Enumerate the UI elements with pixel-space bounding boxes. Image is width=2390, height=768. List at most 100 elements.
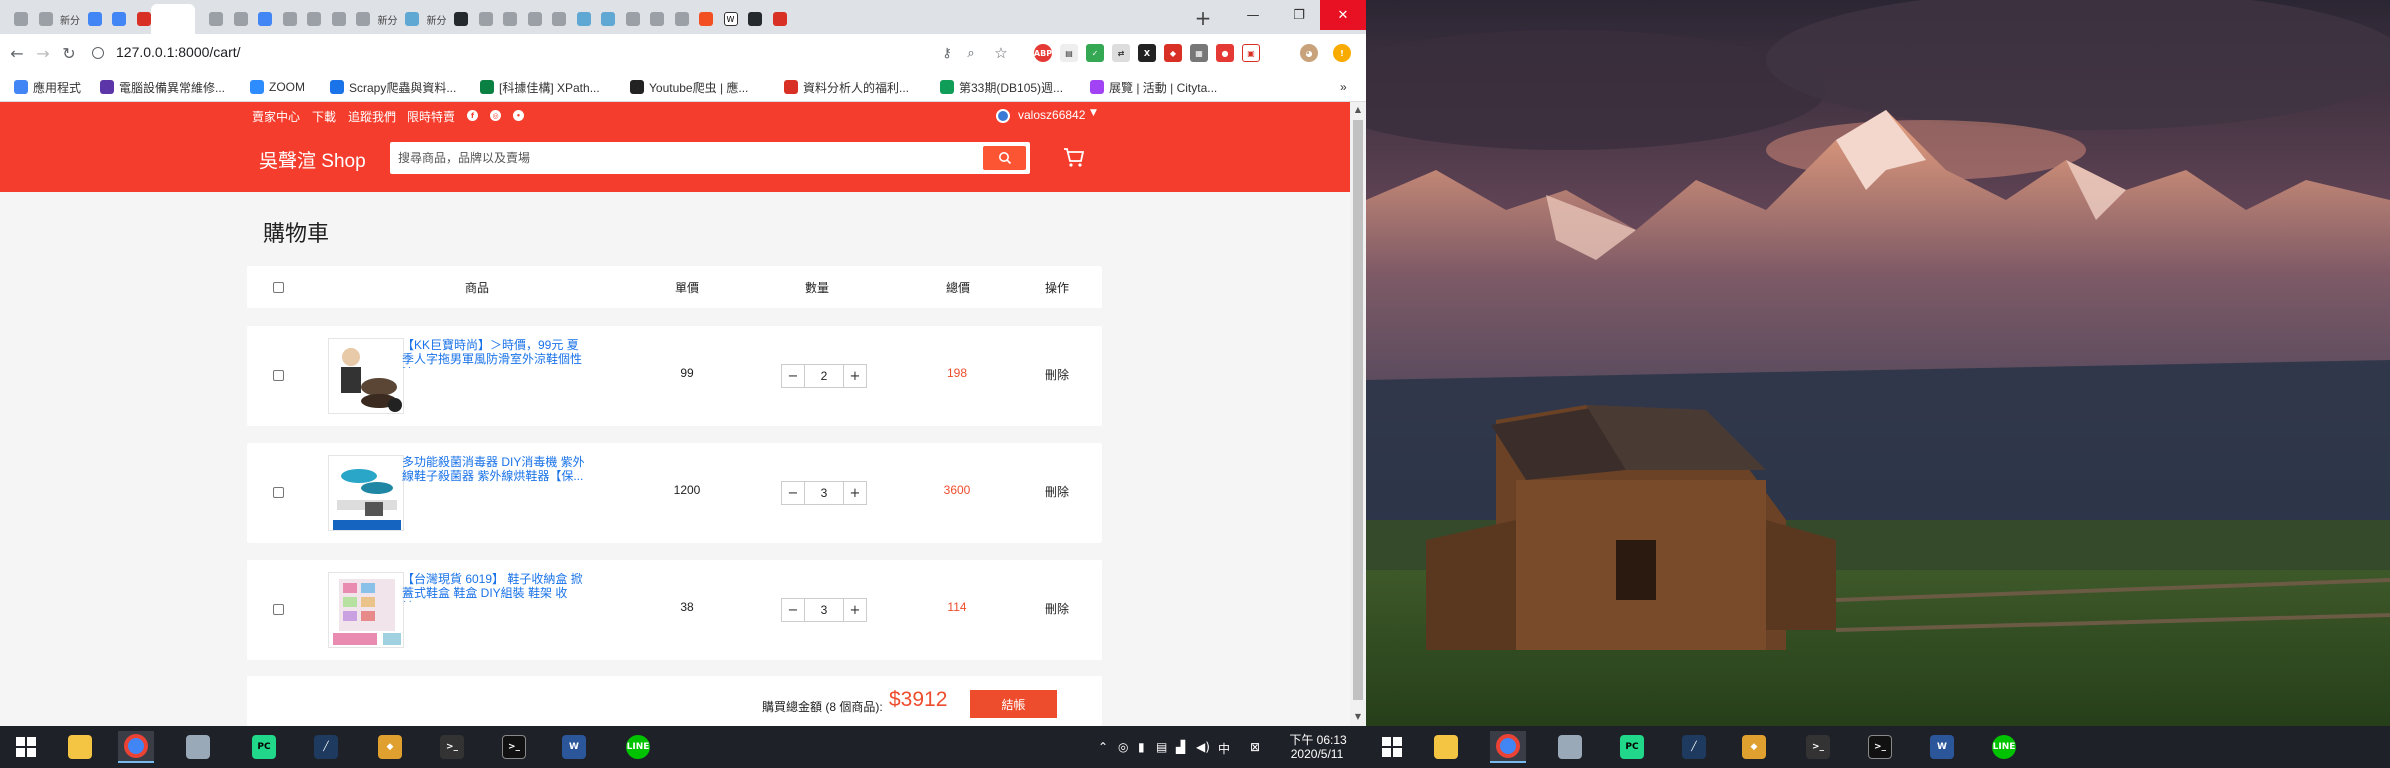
follow-us-link[interactable]: 追蹤我們 — [348, 108, 396, 125]
volume-icon[interactable]: ◀) — [1196, 740, 1210, 754]
bookmark-item[interactable]: 資料分析人的福利... — [784, 78, 909, 96]
new-tab-button[interactable]: + — [1192, 6, 1214, 30]
increase-quantity-button[interactable]: + — [843, 481, 867, 505]
info-icon[interactable] — [92, 47, 104, 59]
product-name-link[interactable]: 【台灣現貨 6019】 鞋子收納盒 掀蓋式鞋盒 鞋盒 DIY組裝 鞋架 收納..… — [402, 572, 587, 602]
taskbar-pycharm[interactable]: PC — [1614, 731, 1650, 763]
page-scrollbar[interactable]: ▲ ▼ — [1350, 102, 1366, 726]
clock-date[interactable]: 2020/5/11 — [1282, 747, 1352, 761]
scroll-up-icon[interactable]: ▲ — [1353, 105, 1363, 115]
decrease-quantity-button[interactable]: − — [781, 364, 805, 388]
extension-icon[interactable]: ▣ — [1242, 44, 1260, 62]
increase-quantity-button[interactable]: + — [843, 364, 867, 388]
quantity-input[interactable]: 3 — [805, 481, 843, 505]
taskbar-mysql[interactable]: >_ — [434, 731, 470, 763]
search-button[interactable] — [983, 146, 1026, 170]
taskbar-chrome[interactable] — [118, 731, 154, 763]
product-name-link[interactable]: 多功能殺菌消毒器 DIY消毒機 紫外線鞋子殺菌器 紫外線烘鞋器【保... — [402, 455, 587, 485]
taskbar-app[interactable]: ◆ — [1736, 731, 1772, 763]
instagram-icon[interactable]: ◎ — [490, 110, 501, 121]
zoom-icon[interactable]: ⌕ — [960, 42, 982, 64]
bookmark-item[interactable]: ZOOM — [250, 78, 305, 96]
reload-icon[interactable]: ↻ — [58, 42, 80, 64]
bookmark-item[interactable]: 應用程式 — [14, 78, 81, 96]
taskbar-pycharm[interactable]: PC — [246, 731, 282, 763]
user-avatar[interactable] — [996, 109, 1010, 123]
extension-icon[interactable]: ⇄ — [1112, 44, 1130, 62]
shop-logo[interactable]: 吳聲渲 Shop — [259, 146, 366, 173]
scroll-down-icon[interactable]: ▼ — [1353, 712, 1363, 722]
close-window-button[interactable]: ✕ — [1320, 0, 1366, 30]
taskbar-word[interactable]: W — [556, 731, 592, 763]
increase-quantity-button[interactable]: + — [843, 598, 867, 622]
taskbar-cmd[interactable]: >_ — [496, 731, 532, 763]
select-all-checkbox[interactable] — [273, 282, 284, 293]
shield-icon[interactable]: ✓ — [1086, 44, 1104, 62]
bookmarks-overflow-button[interactable]: » — [1340, 78, 1347, 96]
taskbar-app[interactable]: ╱ — [308, 731, 344, 763]
chevron-up-icon[interactable]: ⌃ — [1098, 740, 1108, 754]
tab-active[interactable] — [151, 4, 195, 34]
product-name-link[interactable]: 【KK巨寶時尚】＞時價，99元 夏季人字拖男軍風防滑室外涼鞋個性沙... — [402, 338, 587, 368]
decrease-quantity-button[interactable]: − — [781, 598, 805, 622]
download-link[interactable]: 下載 — [312, 108, 336, 125]
flash-sale-link[interactable]: 限時特賣 — [407, 108, 455, 125]
taskbar-file-explorer[interactable] — [1428, 731, 1464, 763]
delete-button[interactable]: 刪除 — [1037, 600, 1077, 617]
taskbar-line[interactable]: LINE — [1986, 731, 2022, 763]
taskbar-file-explorer[interactable] — [62, 731, 98, 763]
bookmark-item[interactable]: Scrapy爬蟲與資料... — [330, 78, 456, 96]
bookmark-item[interactable]: 展覽 | 活動 | Cityta... — [1090, 78, 1217, 96]
address-bar[interactable]: 127.0.0.1:8000/cart/ — [116, 44, 241, 60]
decrease-quantity-button[interactable]: − — [781, 481, 805, 505]
bookmark-item[interactable]: [科據佳構] XPath... — [480, 78, 600, 96]
chevron-down-icon[interactable]: ▼ — [1090, 108, 1097, 118]
keyboard-icon[interactable]: ⊠ — [1250, 740, 1260, 754]
taskbar-line[interactable]: LINE — [620, 731, 656, 763]
product-thumbnail[interactable] — [328, 455, 404, 531]
scrollbar-thumb[interactable] — [1353, 120, 1363, 700]
extension-icon[interactable]: ▦ — [1190, 44, 1208, 62]
network-icon[interactable]: ◎ — [1118, 740, 1128, 754]
bookmark-star-icon[interactable]: ☆ — [990, 42, 1012, 64]
seller-center-link[interactable]: 賣家中心 — [252, 108, 300, 125]
taskbar-mysql[interactable]: >_ — [1800, 731, 1836, 763]
bookmark-item[interactable]: 電腦設備異常維修... — [100, 78, 225, 96]
profile-avatar-icon[interactable]: ◕ — [1300, 44, 1318, 62]
chrome-update-icon[interactable]: ! — [1333, 44, 1351, 62]
taskbar-app[interactable]: ╱ — [1676, 731, 1712, 763]
taskbar-word[interactable]: W — [1924, 731, 1960, 763]
clock-time[interactable]: 下午 06:13 — [1288, 731, 1348, 748]
item-checkbox[interactable] — [273, 604, 284, 615]
battery-icon[interactable]: ▮ — [1138, 740, 1145, 754]
start-button[interactable] — [8, 731, 44, 763]
line-icon[interactable]: • — [513, 110, 524, 121]
delete-button[interactable]: 刪除 — [1037, 366, 1077, 383]
bookmark-item[interactable]: Youtube爬虫 | 應... — [630, 78, 748, 96]
browser-tab[interactable] — [763, 4, 797, 34]
input-method-icon[interactable]: 中 — [1218, 740, 1230, 757]
start-button[interactable] — [1374, 731, 1410, 763]
taskbar-app[interactable] — [1552, 731, 1588, 763]
minimize-button[interactable]: — — [1230, 0, 1276, 30]
search-input[interactable] — [398, 148, 968, 168]
extension-icon[interactable]: ▤ — [1060, 44, 1078, 62]
product-thumbnail[interactable] — [328, 338, 404, 414]
username[interactable]: valosz66842 — [1018, 108, 1085, 122]
maximize-button[interactable]: ❐ — [1276, 0, 1322, 30]
adblock-icon[interactable]: ABP — [1034, 44, 1052, 62]
quantity-input[interactable]: 3 — [805, 598, 843, 622]
taskbar-cmd[interactable]: >_ — [1862, 731, 1898, 763]
cart-icon[interactable] — [1062, 146, 1086, 168]
item-checkbox[interactable] — [273, 370, 284, 381]
facebook-icon[interactable]: f — [467, 110, 478, 121]
app-tray-icon[interactable]: ▤ — [1156, 740, 1167, 754]
signal-icon[interactable]: ▟ — [1176, 740, 1185, 754]
taskbar-app[interactable] — [180, 731, 216, 763]
extension-icon[interactable]: ◆ — [1164, 44, 1182, 62]
item-checkbox[interactable] — [273, 487, 284, 498]
bookmark-item[interactable]: 第33期(DB105)週... — [940, 78, 1063, 96]
checkout-button[interactable]: 結帳 — [970, 690, 1057, 718]
back-icon[interactable]: ← — [6, 42, 28, 64]
record-extension-icon[interactable]: ● — [1216, 44, 1234, 62]
